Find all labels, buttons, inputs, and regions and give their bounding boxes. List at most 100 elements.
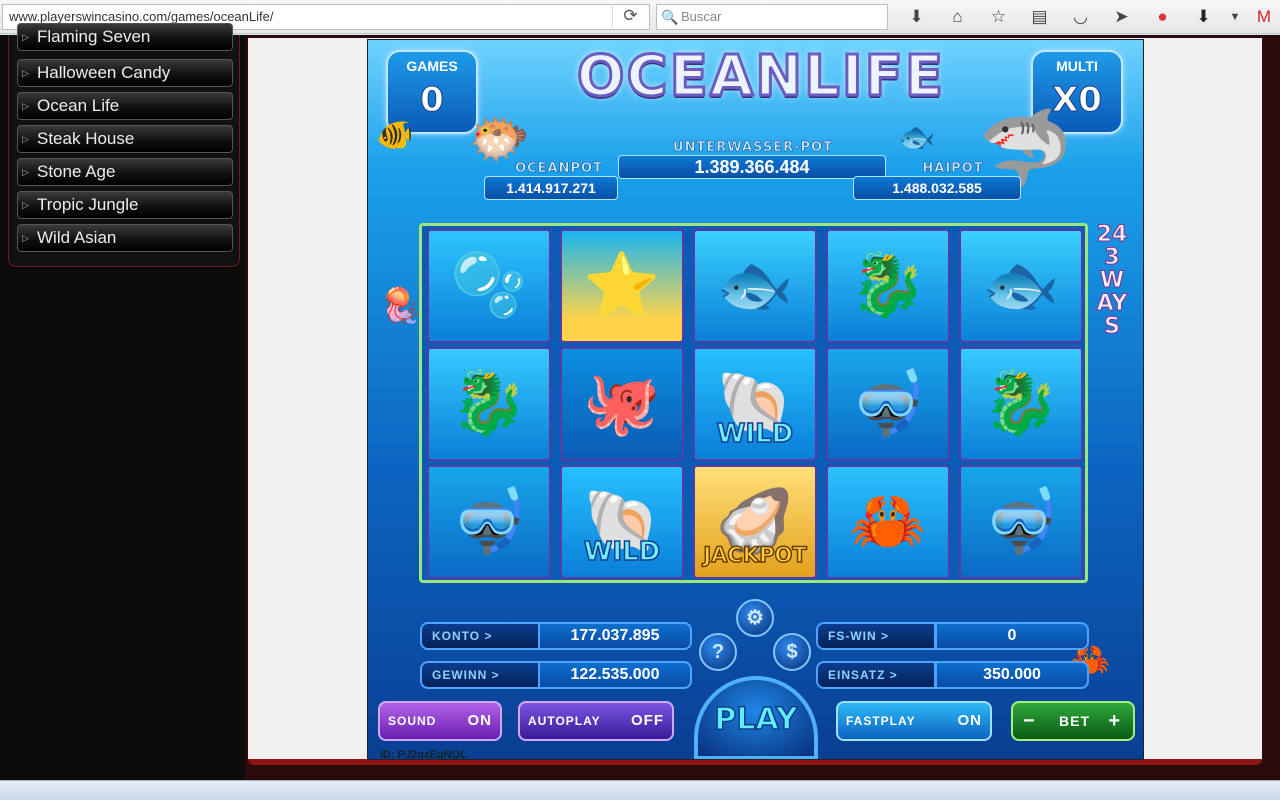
orange-fish-icon: 🐟 — [898, 121, 936, 154]
einsatz-value: 350.000 — [935, 661, 1089, 689]
triangle-right-icon: ▷ — [22, 167, 29, 177]
triangle-right-icon: ▷ — [22, 233, 29, 243]
search-icon: 🔍 — [661, 9, 679, 25]
seahorse-icon: 🐉 — [982, 369, 1060, 438]
yellow-fish-icon: 🐠 — [376, 119, 414, 152]
extension-icon[interactable]: ● — [1142, 5, 1183, 29]
game-id-text: ID: PJ2gzEgNQL — [380, 749, 467, 760]
ways-label: 243WAYS — [1096, 222, 1128, 339]
dollar-icon: $ — [786, 641, 798, 663]
wild-tag: WILD — [583, 536, 661, 568]
game-item-label: Flaming Seven — [37, 27, 151, 46]
bet-plus-button[interactable]: + — [1108, 703, 1121, 739]
bet-label: BET — [1059, 713, 1090, 729]
games-label: GAMES — [406, 58, 458, 74]
gewinn-value: 122.535.000 — [538, 661, 692, 689]
question-icon: ? — [711, 641, 725, 663]
menu-dropdown-icon[interactable]: ▼ — [1224, 5, 1246, 29]
multi-label: MULTI — [1056, 58, 1098, 74]
game-item-label: Wild Asian — [37, 228, 117, 247]
send-icon[interactable]: ➤ — [1101, 5, 1142, 29]
reel-grid: 🫧 🐉 🤿 ⭐ 🐙 🐚 WILD 🐟 🐚 WILD 🦪 JACKPOT 🐉 🤿 🦀 🐟 🐉 🤿 — [419, 223, 1088, 583]
reel-4-symbol-crab: 🦀 — [826, 465, 950, 579]
download-arrow-icon[interactable]: ⬇ — [1183, 5, 1224, 29]
reel-5-symbol-diver: 🤿 — [959, 465, 1083, 579]
reel-2-symbol-starfish: ⭐ — [560, 229, 684, 343]
einsatz-label: EINSATZ > — [816, 661, 936, 689]
bubbles-icon: 🫧 — [450, 251, 528, 320]
gmail-icon[interactable]: M — [1246, 5, 1280, 29]
bookmark-star-icon[interactable]: ☆ — [978, 5, 1019, 29]
diver-icon: 🤿 — [450, 487, 528, 556]
haipot-value: 1.488.032.585 — [853, 176, 1021, 200]
game-item-tropic-jungle[interactable]: ▷ Tropic Jungle — [17, 191, 233, 219]
reload-icon[interactable]: ⟳ — [612, 4, 648, 28]
diver-icon: 🤿 — [849, 369, 927, 438]
triangle-right-icon: ▷ — [22, 68, 29, 78]
game-item-halloween-candy[interactable]: ▷ Halloween Candy — [17, 59, 233, 87]
reel-1-symbol-diver: 🤿 — [427, 465, 551, 579]
reel-1-symbol-seahorse: 🐉 — [427, 347, 551, 461]
paytable-button[interactable]: $ — [773, 633, 811, 671]
reading-list-icon[interactable]: ▤ — [1019, 5, 1060, 29]
triangle-right-icon: ▷ — [22, 32, 29, 42]
reel-5-symbol-seahorse: 🐉 — [959, 347, 1083, 461]
starfish-icon: ⭐ — [583, 251, 661, 320]
reel-2-symbol-octopus: 🐙 — [560, 347, 684, 461]
game-item-label: Halloween Candy — [37, 63, 171, 82]
gewinn-label: GEWINN > — [420, 661, 540, 689]
stingray-icon: 🐟 — [716, 251, 794, 320]
home-icon[interactable]: ⌂ — [937, 5, 978, 29]
octopus-icon: 🐙 — [583, 369, 661, 438]
game-item-stone-age[interactable]: ▷ Stone Age — [17, 158, 233, 186]
konto-value: 177.037.895 — [538, 622, 692, 650]
download-icon[interactable]: ⬇ — [896, 5, 937, 29]
seahorse-icon: 🐉 — [450, 369, 528, 438]
reel-5-symbol-stingray: 🐟 — [959, 229, 1083, 343]
toolbar-icons: ⬇ ⌂ ☆ ▤ ◡ ➤ ● ⬇ ▼ M — [896, 5, 1280, 29]
triangle-right-icon: ▷ — [22, 200, 29, 210]
seahorse-icon: 🐉 — [849, 251, 927, 320]
ocean-life-game[interactable]: GAMES 0 MULTI X0 OCEANLIFE 🐠 🐡 🐟 🦈 UNTER… — [367, 39, 1144, 760]
reel-3-symbol-stingray: 🐟 — [693, 229, 817, 343]
bet-control: − BET + — [1011, 701, 1135, 741]
diver-icon: 🤿 — [982, 487, 1060, 556]
game-item-flaming-seven[interactable]: ▷ Flaming Seven — [17, 23, 233, 51]
play-button[interactable]: PLAY — [694, 676, 818, 759]
help-button[interactable]: ? — [699, 633, 737, 671]
reel-4-symbol-seahorse: 🐉 — [826, 229, 950, 343]
settings-button[interactable]: ⚙ — [736, 599, 774, 637]
status-bar — [0, 780, 1280, 800]
jackpot-tag: JACKPOT — [703, 542, 808, 568]
triangle-right-icon: ▷ — [22, 101, 29, 111]
sound-toggle-button[interactable]: SOUND ON — [378, 701, 502, 741]
search-input[interactable]: 🔍 Buscar — [656, 4, 888, 30]
search-placeholder: Buscar — [681, 9, 722, 24]
fswin-value: 0 — [935, 622, 1089, 650]
reel-2-symbol-wild: 🐚 WILD — [560, 465, 684, 579]
oceanpot-value: 1.414.917.271 — [484, 176, 618, 200]
fastplay-state: ON — [957, 712, 982, 729]
game-item-label: Stone Age — [37, 162, 116, 181]
autoplay-toggle-button[interactable]: AUTOPLAY OFF — [518, 701, 674, 741]
stingray-icon: 🐟 — [982, 251, 1060, 320]
gear-icon: ⚙ — [746, 607, 764, 629]
reel-1-symbol-bubbles: 🫧 — [427, 229, 551, 343]
address-text: www.playerswincasino.com/games/oceanLife… — [9, 9, 274, 24]
game-item-label: Ocean Life — [37, 96, 120, 115]
crab-icon: 🦀 — [849, 487, 927, 556]
game-item-label: Steak House — [37, 129, 135, 148]
reel-4-symbol-diver: 🤿 — [826, 347, 950, 461]
game-item-label: Tropic Jungle — [37, 195, 139, 214]
pocket-icon[interactable]: ◡ — [1060, 5, 1101, 29]
bet-minus-button[interactable]: − — [1023, 703, 1036, 739]
fastplay-toggle-button[interactable]: FASTPLAY ON — [836, 701, 992, 741]
wild-tag: WILD — [716, 418, 794, 450]
reel-3-symbol-jackpot: 🦪 JACKPOT — [693, 465, 817, 579]
fswin-label: FS-WIN > — [816, 622, 936, 650]
game-item-ocean-life[interactable]: ▷ Ocean Life — [17, 92, 233, 120]
unterwasser-pot-value: 1.389.366.484 — [618, 155, 886, 179]
game-item-wild-asian[interactable]: ▷ Wild Asian — [17, 224, 233, 252]
left-column: ▷ Flaming Seven ▷ Halloween Candy ▷ Ocean L… — [0, 23, 245, 780]
game-item-steak-house[interactable]: ▷ Steak House — [17, 125, 233, 153]
